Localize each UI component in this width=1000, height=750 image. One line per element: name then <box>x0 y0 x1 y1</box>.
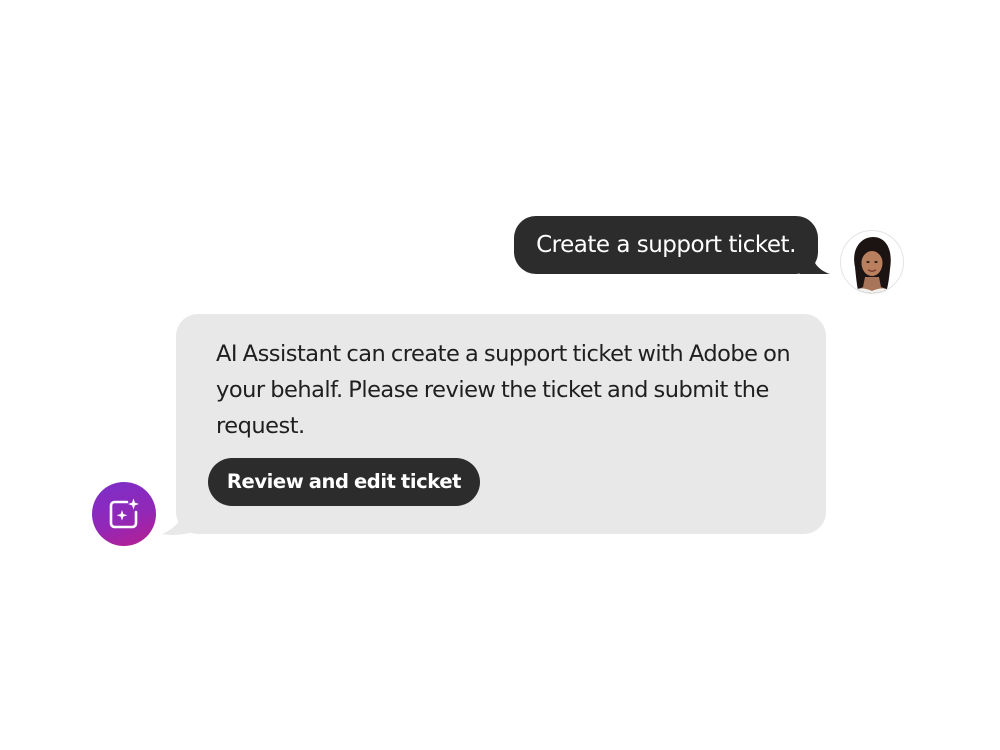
ai-sparkle-icon <box>109 498 139 529</box>
user-portrait-icon <box>841 231 903 293</box>
review-and-edit-ticket-button[interactable]: Review and edit ticket <box>208 458 480 506</box>
user-message-bubble: Create a support ticket. <box>514 216 818 274</box>
user-avatar <box>840 230 904 294</box>
user-message-text: Create a support ticket. <box>536 231 796 258</box>
ai-assistant-avatar <box>92 482 156 546</box>
assistant-message-text: AI Assistant can create a support ticket… <box>216 341 791 439</box>
